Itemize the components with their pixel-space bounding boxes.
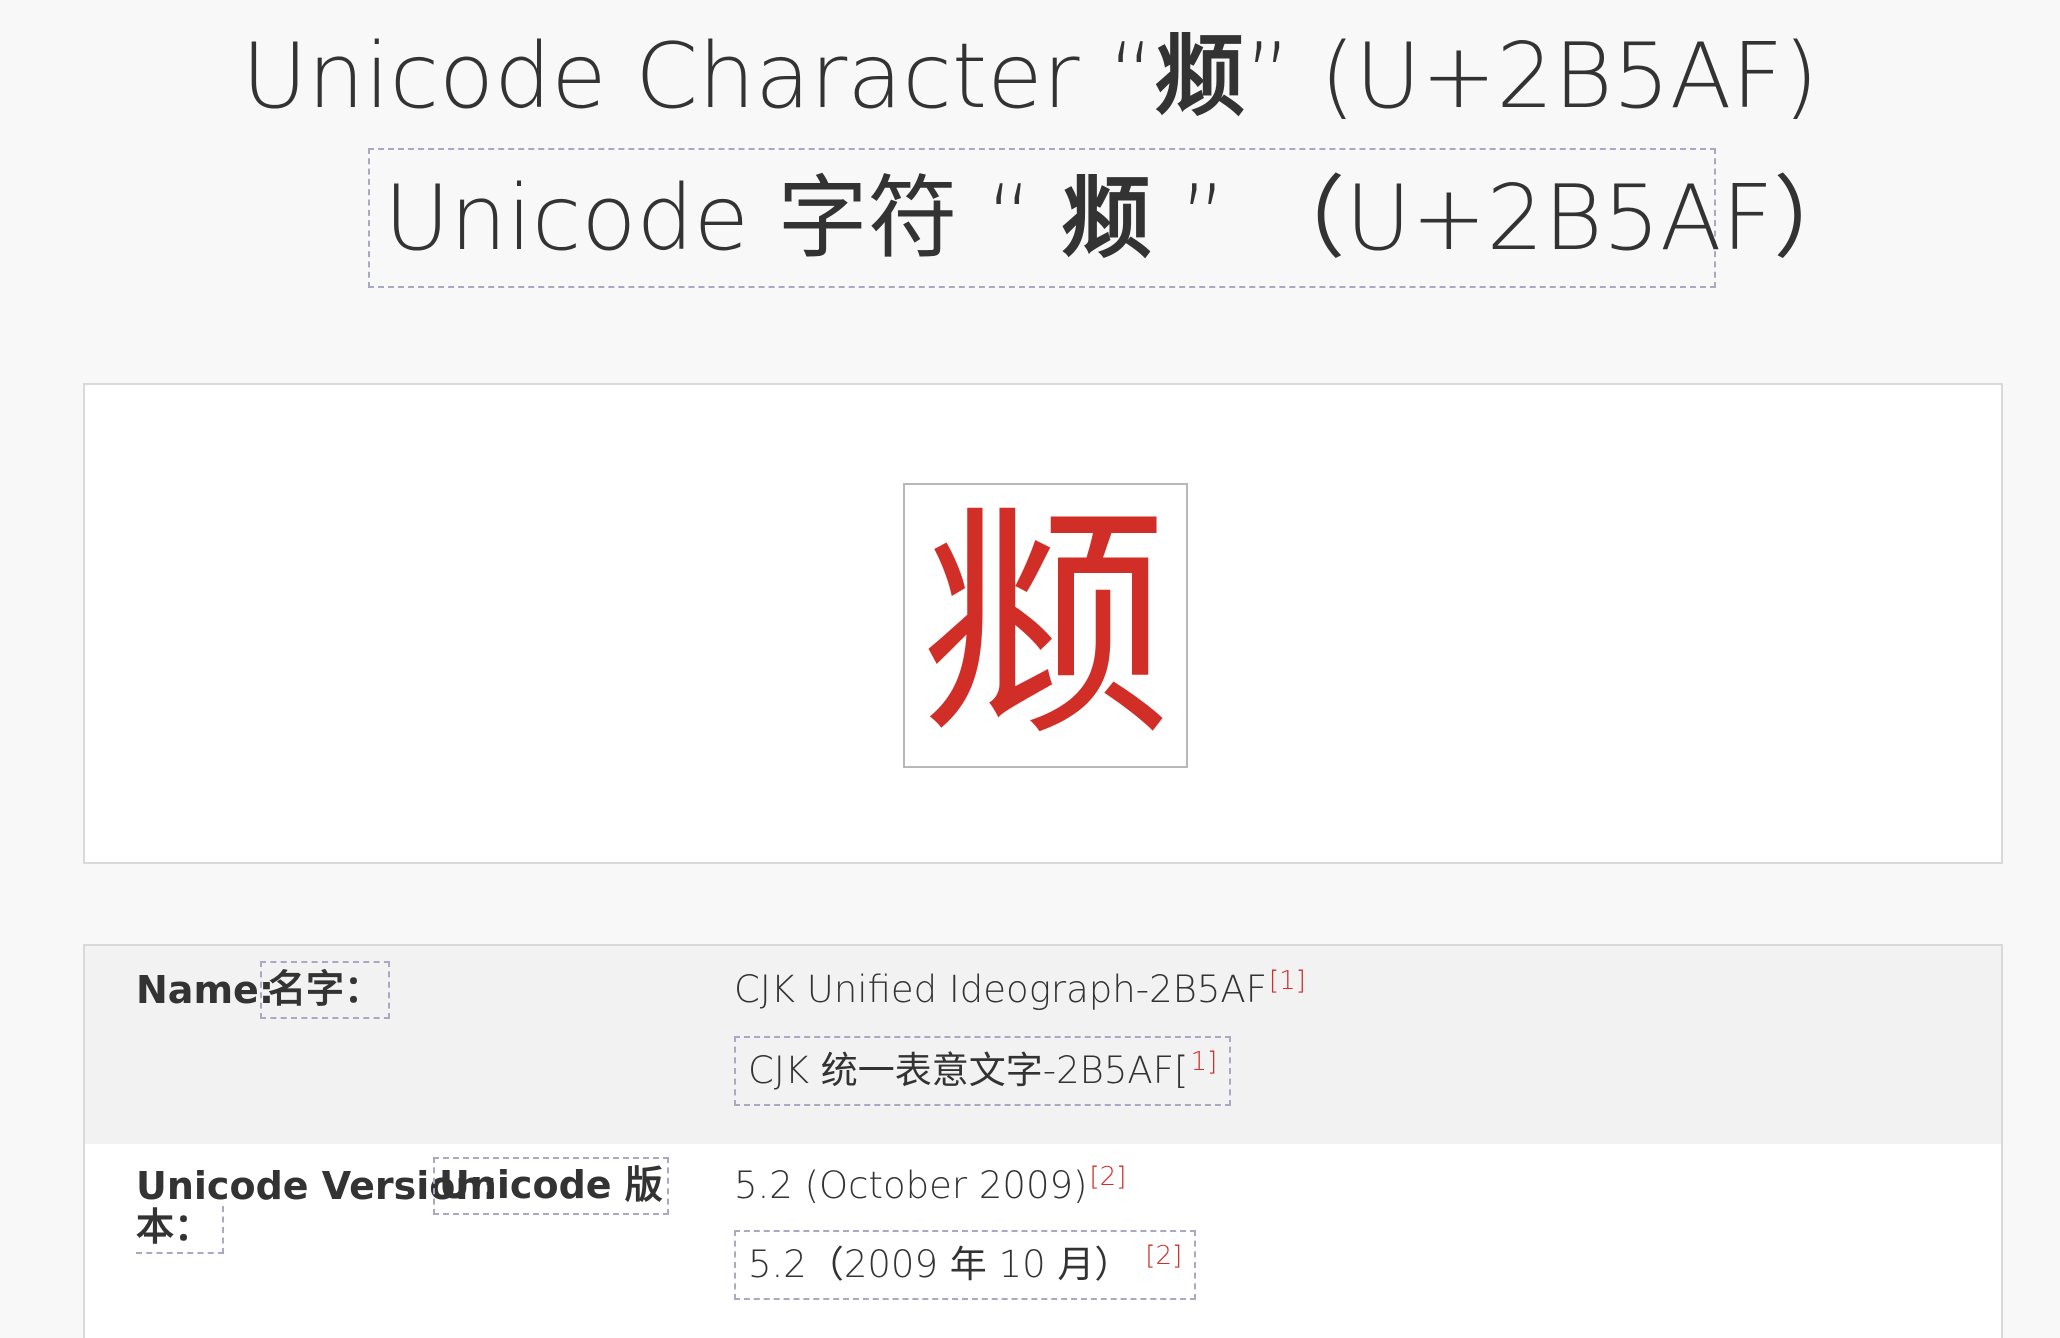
glyph-box: 𫖯 [903,483,1188,768]
name-value: CJK Unified Ideograph-2B5AF[1] [734,968,1306,1011]
name-reference-link[interactable]: [1] [1269,966,1306,996]
info-row-name: Name: 名字： CJK Unified Ideograph-2B5AF[1]… [85,946,2001,1144]
name-label-translation: 名字： [260,961,391,1019]
version-value-text: 5.2 (October 2009) [734,1164,1088,1207]
page-title-translation: Unicode 字符 “ 𫖯 ” （U+2B5AF） [368,148,1863,288]
info-row-version: Unicode Version: Unicode 版 本： 5.2 (Octob… [85,1144,2001,1338]
version-value-translation: 5.2（2009 年 10 月） [2] [734,1230,1197,1300]
version-value-zh-text: 5.2（2009 年 10 月） [748,1243,1132,1286]
name-zh-reference-link[interactable]: 1] [1190,1047,1217,1077]
page: Unicode Character “𫖯” (U+2B5AF) Unicode … [0,0,2060,1338]
version-value: 5.2 (October 2009)[2] [734,1164,1126,1207]
version-label-translation-line1: Unicode 版 [433,1157,669,1215]
title-prefix: Unicode Character “ [241,24,1155,129]
name-value-translation: CJK 统一表意文字-2B5AF[1] [734,1036,1232,1106]
name-value-text: CJK Unified Ideograph-2B5AF [734,968,1267,1011]
glyph-panel: 𫖯 [83,383,2003,864]
title-zh-suffix: ” （U+2B5AF） [1151,166,1864,271]
info-table: Name: 名字： CJK Unified Ideograph-2B5AF[1]… [83,944,2003,1338]
name-label: Name: [136,968,275,1012]
version-zh-reference-link[interactable]: [2] [1145,1241,1182,1271]
version-label-translation-line2: 本： [136,1206,225,1254]
page-title: Unicode Character “𫖯” (U+2B5AF) [0,22,2060,132]
version-reference-link[interactable]: [2] [1089,1162,1126,1192]
title-zh-prefix: Unicode 字符 “ [384,166,1062,271]
title-character: 𫖯 [1154,24,1245,129]
title-zh-character: 𫖯 [1061,166,1152,271]
glyph-character: 𫖯 [920,479,1171,771]
title-suffix: ” (U+2B5AF) [1244,24,1819,129]
name-value-zh-text: CJK 统一表意文字-2B5AF[ [748,1049,1189,1092]
